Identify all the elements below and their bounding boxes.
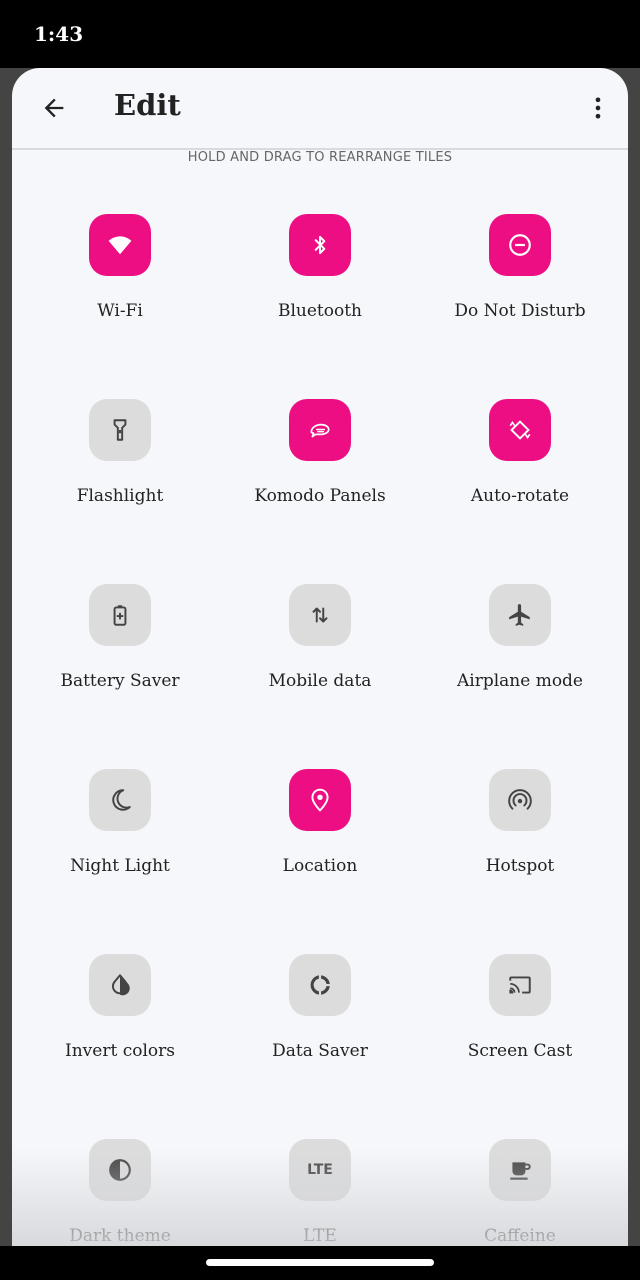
tile-do-not-disturb[interactable]: Do Not Disturb <box>420 214 620 399</box>
tile-label: Flashlight <box>76 486 164 506</box>
tile-icon-button[interactable] <box>289 214 351 276</box>
tile-label: Invert colors <box>65 1041 175 1061</box>
tile-flashlight[interactable]: Flashlight <box>20 399 220 584</box>
tile-label: Data Saver <box>272 1041 368 1061</box>
tile-dark-theme[interactable]: Dark theme <box>20 1139 220 1246</box>
arrow-left-icon <box>44 98 64 118</box>
tile-label: Auto-rotate <box>470 486 570 506</box>
tile-invert-colors[interactable]: Invert colors <box>20 954 220 1139</box>
tile-label: Hotspot <box>485 856 555 876</box>
tile-label: Wi-Fi <box>97 301 143 321</box>
tile-komodo-panels[interactable]: Komodo Panels <box>220 399 420 584</box>
tile-icon-button[interactable] <box>289 399 351 461</box>
location-icon <box>311 788 329 812</box>
tile-label: Night Light <box>70 856 170 876</box>
tile-grid: Wi-Fi Bluetooth Do Not Disturb Flashlight Ko… <box>20 214 620 1246</box>
tile-icon-button[interactable] <box>489 399 551 461</box>
home-handle[interactable] <box>206 1259 434 1266</box>
tile-label: Dark theme <box>69 1226 171 1246</box>
tile-label: Komodo Panels <box>254 486 386 506</box>
tile-airplane-mode[interactable]: Airplane mode <box>420 584 620 769</box>
flashlight-icon <box>113 419 127 441</box>
tile-data-saver[interactable]: Data Saver <box>220 954 420 1139</box>
tile-battery-saver[interactable]: Battery Saver <box>20 584 220 769</box>
tile-icon-button[interactable] <box>89 399 151 461</box>
lte-icon: LTE <box>307 1162 333 1178</box>
komodo-panels-icon <box>310 423 330 438</box>
tile-icon-button[interactable] <box>489 954 551 1016</box>
do-not-disturb-icon <box>509 234 531 256</box>
tile-caffeine[interactable]: Caffeine <box>420 1139 620 1246</box>
night-light-icon <box>112 789 131 811</box>
tile-label: Battery Saver <box>60 671 180 691</box>
bluetooth-icon <box>314 235 326 255</box>
tile-label: Bluetooth <box>277 301 363 321</box>
tile-wi-fi[interactable]: Wi-Fi <box>20 214 220 399</box>
tile-screen-cast[interactable]: Screen Cast <box>420 954 620 1139</box>
airplane-icon <box>509 604 530 626</box>
tile-icon-button[interactable] <box>289 954 351 1016</box>
tile-label: Screen Cast <box>467 1041 573 1061</box>
tile-bluetooth[interactable]: Bluetooth <box>220 214 420 399</box>
tile-label: Caffeine <box>484 1226 556 1246</box>
tile-icon-button[interactable] <box>489 214 551 276</box>
back-button[interactable] <box>34 88 74 128</box>
tile-icon-button[interactable] <box>489 769 551 831</box>
tile-label: LTE <box>303 1226 337 1246</box>
more-vertical-icon <box>595 97 601 119</box>
tile-icon-button[interactable] <box>489 584 551 646</box>
screen-cast-icon <box>509 976 531 994</box>
tile-icon-button[interactable] <box>489 1139 551 1201</box>
tile-icon-button[interactable]: LTE <box>289 1139 351 1201</box>
tile-icon-button[interactable] <box>89 954 151 1016</box>
battery-saver-icon <box>113 605 127 626</box>
caffeine-icon <box>510 1162 531 1180</box>
status-bar: 1:43 <box>0 0 640 68</box>
tile-icon-button[interactable] <box>89 584 151 646</box>
page-title: Edit <box>114 88 181 122</box>
tile-label: Location <box>282 856 358 876</box>
toolbar: Edit <box>12 68 628 150</box>
tile-icon-button[interactable] <box>289 769 351 831</box>
tile-label: Airplane mode <box>456 671 583 691</box>
wifi-icon <box>108 236 132 255</box>
hotspot-icon <box>508 789 532 810</box>
tile-label: Do Not Disturb <box>454 301 586 321</box>
tile-icon-button[interactable] <box>89 1139 151 1201</box>
tile-auto-rotate[interactable]: Auto-rotate <box>420 399 620 584</box>
mobile-data-icon <box>312 607 328 623</box>
rearrange-hint: HOLD AND DRAG TO REARRANGE TILES <box>187 150 453 165</box>
tile-icon-button[interactable] <box>289 584 351 646</box>
edit-sheet: Edit HOLD AND DRAG TO REARRANGE TILES Wi… <box>12 68 628 1246</box>
invert-colors-icon <box>112 974 130 996</box>
tile-mobile-data[interactable]: Mobile data <box>220 584 420 769</box>
tile-hotspot[interactable]: Hotspot <box>420 769 620 954</box>
dark-theme-icon <box>109 1159 131 1181</box>
tile-lte[interactable]: LTE LTE <box>220 1139 420 1246</box>
data-saver-icon <box>310 975 330 995</box>
tile-night-light[interactable]: Night Light <box>20 769 220 954</box>
tile-icon-button[interactable] <box>89 214 151 276</box>
tile-location[interactable]: Location <box>220 769 420 954</box>
navigation-bar <box>0 1246 640 1280</box>
tile-label: Mobile data <box>268 671 372 691</box>
status-time: 1:43 <box>34 22 84 46</box>
auto-rotate-icon <box>509 420 531 440</box>
more-options-button[interactable] <box>578 88 618 128</box>
tile-icon-button[interactable] <box>89 769 151 831</box>
